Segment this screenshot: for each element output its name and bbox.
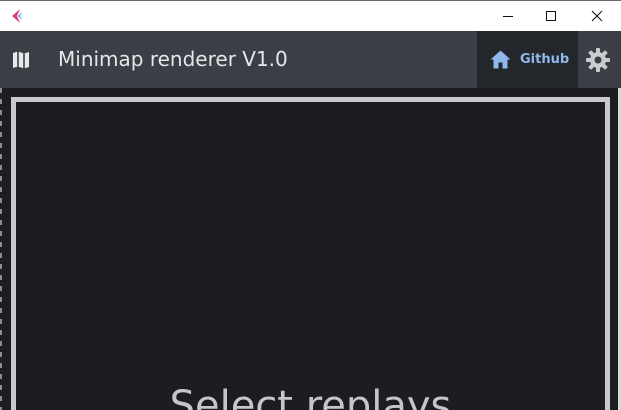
minimize-button[interactable] — [485, 1, 531, 31]
window-titlebar[interactable] — [0, 0, 621, 31]
maximize-icon — [546, 11, 556, 21]
app-logo-icon — [12, 9, 22, 23]
github-label: Github — [520, 52, 570, 67]
replay-drop-zone[interactable]: Select replays — [11, 97, 610, 410]
close-icon — [591, 10, 603, 22]
app-title: Minimap renderer V1.0 — [58, 47, 288, 71]
github-button[interactable]: Github — [477, 31, 578, 88]
maximize-button[interactable] — [528, 1, 574, 31]
app-header: Minimap renderer V1.0 Github — [0, 31, 621, 88]
minimize-icon — [503, 16, 513, 17]
left-dashed-edge — [0, 88, 2, 410]
map-icon[interactable] — [11, 50, 31, 70]
drop-zone-text: Select replays — [169, 383, 452, 410]
main-content: Select replays — [0, 88, 621, 410]
home-icon — [490, 50, 511, 69]
close-button[interactable] — [574, 1, 620, 31]
app-window: Minimap renderer V1.0 Github Select repl… — [0, 0, 621, 410]
gear-icon[interactable] — [585, 47, 611, 73]
